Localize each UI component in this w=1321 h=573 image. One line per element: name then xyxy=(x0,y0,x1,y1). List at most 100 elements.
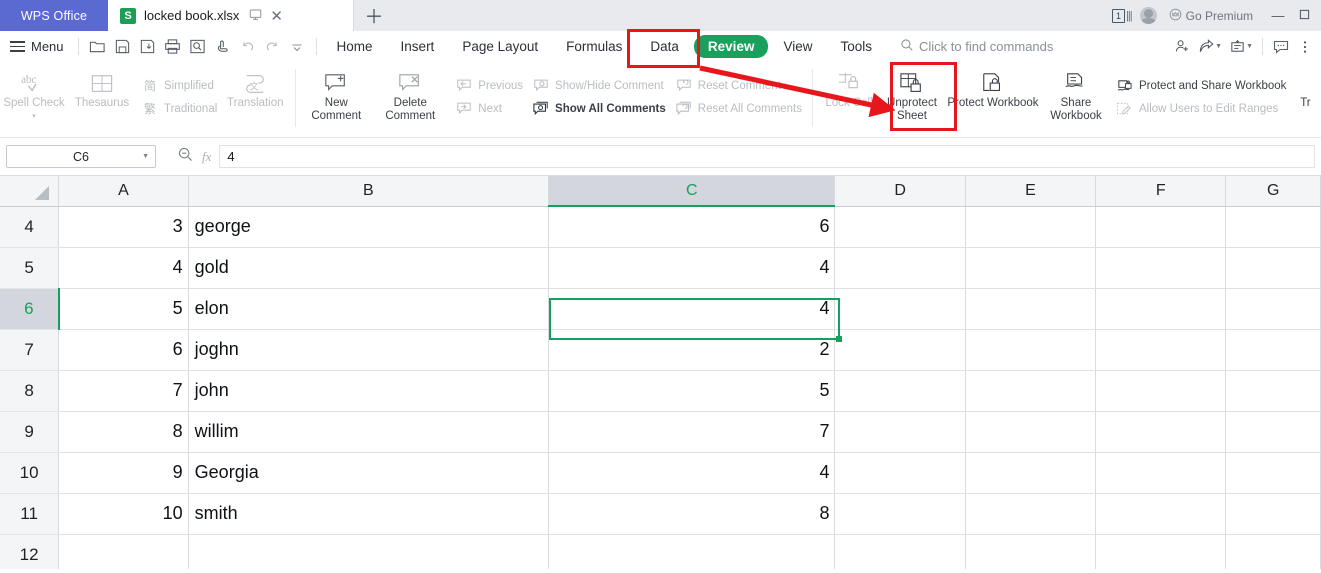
cell-F12[interactable] xyxy=(1095,534,1227,569)
chevron-down-icon[interactable]: ▼ xyxy=(1215,43,1222,50)
tab-page-layout[interactable]: Page Layout xyxy=(449,36,551,57)
cell-D7[interactable] xyxy=(834,329,966,371)
cell-E6[interactable] xyxy=(965,288,1097,330)
cell-B8[interactable]: john xyxy=(188,370,550,412)
cell-D8[interactable] xyxy=(834,370,966,412)
cell-E10[interactable] xyxy=(965,452,1097,494)
cell-A10[interactable]: 9 xyxy=(58,452,189,494)
cell-A8[interactable]: 7 xyxy=(58,370,189,412)
redo-icon[interactable] xyxy=(260,35,285,59)
cell-A9[interactable]: 8 xyxy=(58,411,189,453)
unprotect-sheet-button[interactable]: Unprotect Sheet xyxy=(879,65,945,123)
delete-comment-button[interactable]: Delete Comment xyxy=(370,65,450,123)
cell-F5[interactable] xyxy=(1095,247,1227,289)
show-hide-comment-button[interactable]: Show/Hide Comment xyxy=(527,74,670,97)
translation-button[interactable]: 文 Translation xyxy=(221,65,289,110)
cell-C4[interactable]: 6 xyxy=(548,206,836,248)
cell-A5[interactable]: 4 xyxy=(58,247,189,289)
cell-D10[interactable] xyxy=(834,452,966,494)
tab-insert[interactable]: Insert xyxy=(388,36,448,57)
cell-B10[interactable]: Georgia xyxy=(188,452,550,494)
cell-B5[interactable]: gold xyxy=(188,247,550,289)
avatar[interactable] xyxy=(1139,7,1157,24)
new-tab-button[interactable]: ＋ xyxy=(354,0,394,31)
cell-G5[interactable] xyxy=(1225,247,1321,289)
column-header-d[interactable]: D xyxy=(834,176,966,207)
cell-D4[interactable] xyxy=(834,206,966,248)
zoom-out-icon[interactable] xyxy=(170,146,200,168)
select-all-triangle-icon[interactable] xyxy=(0,176,60,207)
row-header-12[interactable]: 12 xyxy=(0,534,60,569)
new-comment-button[interactable]: New Comment xyxy=(302,65,370,123)
row-header-4[interactable]: 4 xyxy=(0,206,60,248)
column-header-e[interactable]: E xyxy=(965,176,1097,207)
cell-C10[interactable]: 4 xyxy=(548,452,836,494)
reset-all-comments-button[interactable]: Reset All Comments xyxy=(670,97,806,120)
row-header-7[interactable]: 7 xyxy=(0,329,60,371)
truncated-command[interactable]: Tr xyxy=(1290,65,1320,110)
simplified-button[interactable]: 简 Simplified xyxy=(136,74,221,97)
row-header-9[interactable]: 9 xyxy=(0,411,60,453)
column-header-b[interactable]: B xyxy=(188,176,550,207)
tab-home[interactable]: Home xyxy=(324,36,386,57)
row-header-6[interactable]: 6 xyxy=(0,288,60,330)
cell-B4[interactable]: george xyxy=(188,206,550,248)
add-person-icon[interactable] xyxy=(1170,35,1194,59)
cell-A12[interactable] xyxy=(58,534,189,569)
cell-B9[interactable]: willim xyxy=(188,411,550,453)
menu-button[interactable]: Menu xyxy=(10,38,64,55)
cell-A4[interactable]: 3 xyxy=(58,206,189,248)
cell-B12[interactable] xyxy=(188,534,550,569)
cell-G12[interactable] xyxy=(1225,534,1321,569)
cell-D11[interactable] xyxy=(834,493,966,535)
cell-E8[interactable] xyxy=(965,370,1097,412)
minimize-button[interactable]: — xyxy=(1265,8,1291,23)
cell-C11[interactable]: 8 xyxy=(548,493,836,535)
window-list-icon[interactable]: ||| xyxy=(1126,10,1133,22)
spell-check-button[interactable]: abc Spell Check ▾ xyxy=(0,65,68,123)
wps-office-tab[interactable]: WPS Office xyxy=(0,0,108,31)
cell-A6[interactable]: 5 xyxy=(58,288,189,330)
cell-F7[interactable] xyxy=(1095,329,1227,371)
tab-review[interactable]: Review xyxy=(693,35,769,58)
cell-E11[interactable] xyxy=(965,493,1097,535)
cell-C12[interactable] xyxy=(548,534,836,569)
column-header-f[interactable]: F xyxy=(1095,176,1227,207)
show-all-comments-button[interactable]: Show All Comments xyxy=(527,97,670,120)
cell-F11[interactable] xyxy=(1095,493,1227,535)
cell-F10[interactable] xyxy=(1095,452,1227,494)
cell-G6[interactable] xyxy=(1225,288,1321,330)
column-header-a[interactable]: A xyxy=(58,176,189,207)
cell-C8[interactable]: 5 xyxy=(548,370,836,412)
share-workbook-button[interactable]: Share Workbook xyxy=(1041,65,1111,123)
row-header-8[interactable]: 8 xyxy=(0,370,60,412)
cell-C6[interactable]: 4 xyxy=(548,288,836,330)
column-header-c[interactable]: C xyxy=(548,176,836,207)
cell-B11[interactable]: smith xyxy=(188,493,550,535)
document-tab[interactable]: S locked book.xlsx ✕ xyxy=(108,0,354,31)
go-premium-button[interactable]: Go Premium xyxy=(1169,8,1253,24)
row-header-11[interactable]: 11 xyxy=(0,493,60,535)
formula-input[interactable]: 4 xyxy=(219,145,1315,168)
present-icon[interactable] xyxy=(249,8,262,24)
cell-G8[interactable] xyxy=(1225,370,1321,412)
column-header-g[interactable]: G xyxy=(1225,176,1321,207)
cell-F6[interactable] xyxy=(1095,288,1227,330)
cell-G4[interactable] xyxy=(1225,206,1321,248)
cell-E5[interactable] xyxy=(965,247,1097,289)
tab-view[interactable]: View xyxy=(770,36,825,57)
cell-B6[interactable]: elon xyxy=(188,288,550,330)
cell-F8[interactable] xyxy=(1095,370,1227,412)
row-header-10[interactable]: 10 xyxy=(0,452,60,494)
close-icon[interactable]: ✕ xyxy=(270,7,283,25)
cell-C7[interactable]: 2 xyxy=(548,329,836,371)
allow-users-edit-ranges-button[interactable]: Allow Users to Edit Ranges xyxy=(1111,97,1290,120)
cell-C9[interactable]: 7 xyxy=(548,411,836,453)
undo-icon[interactable] xyxy=(235,35,260,59)
cell-E7[interactable] xyxy=(965,329,1097,371)
row-header-5[interactable]: 5 xyxy=(0,247,60,289)
search-commands-box[interactable]: Click to find commands xyxy=(900,38,1053,55)
thesaurus-button[interactable]: Thesaurus xyxy=(68,65,136,110)
tab-formulas[interactable]: Formulas xyxy=(553,36,635,57)
window-count-badge[interactable]: 1 xyxy=(1112,8,1126,23)
